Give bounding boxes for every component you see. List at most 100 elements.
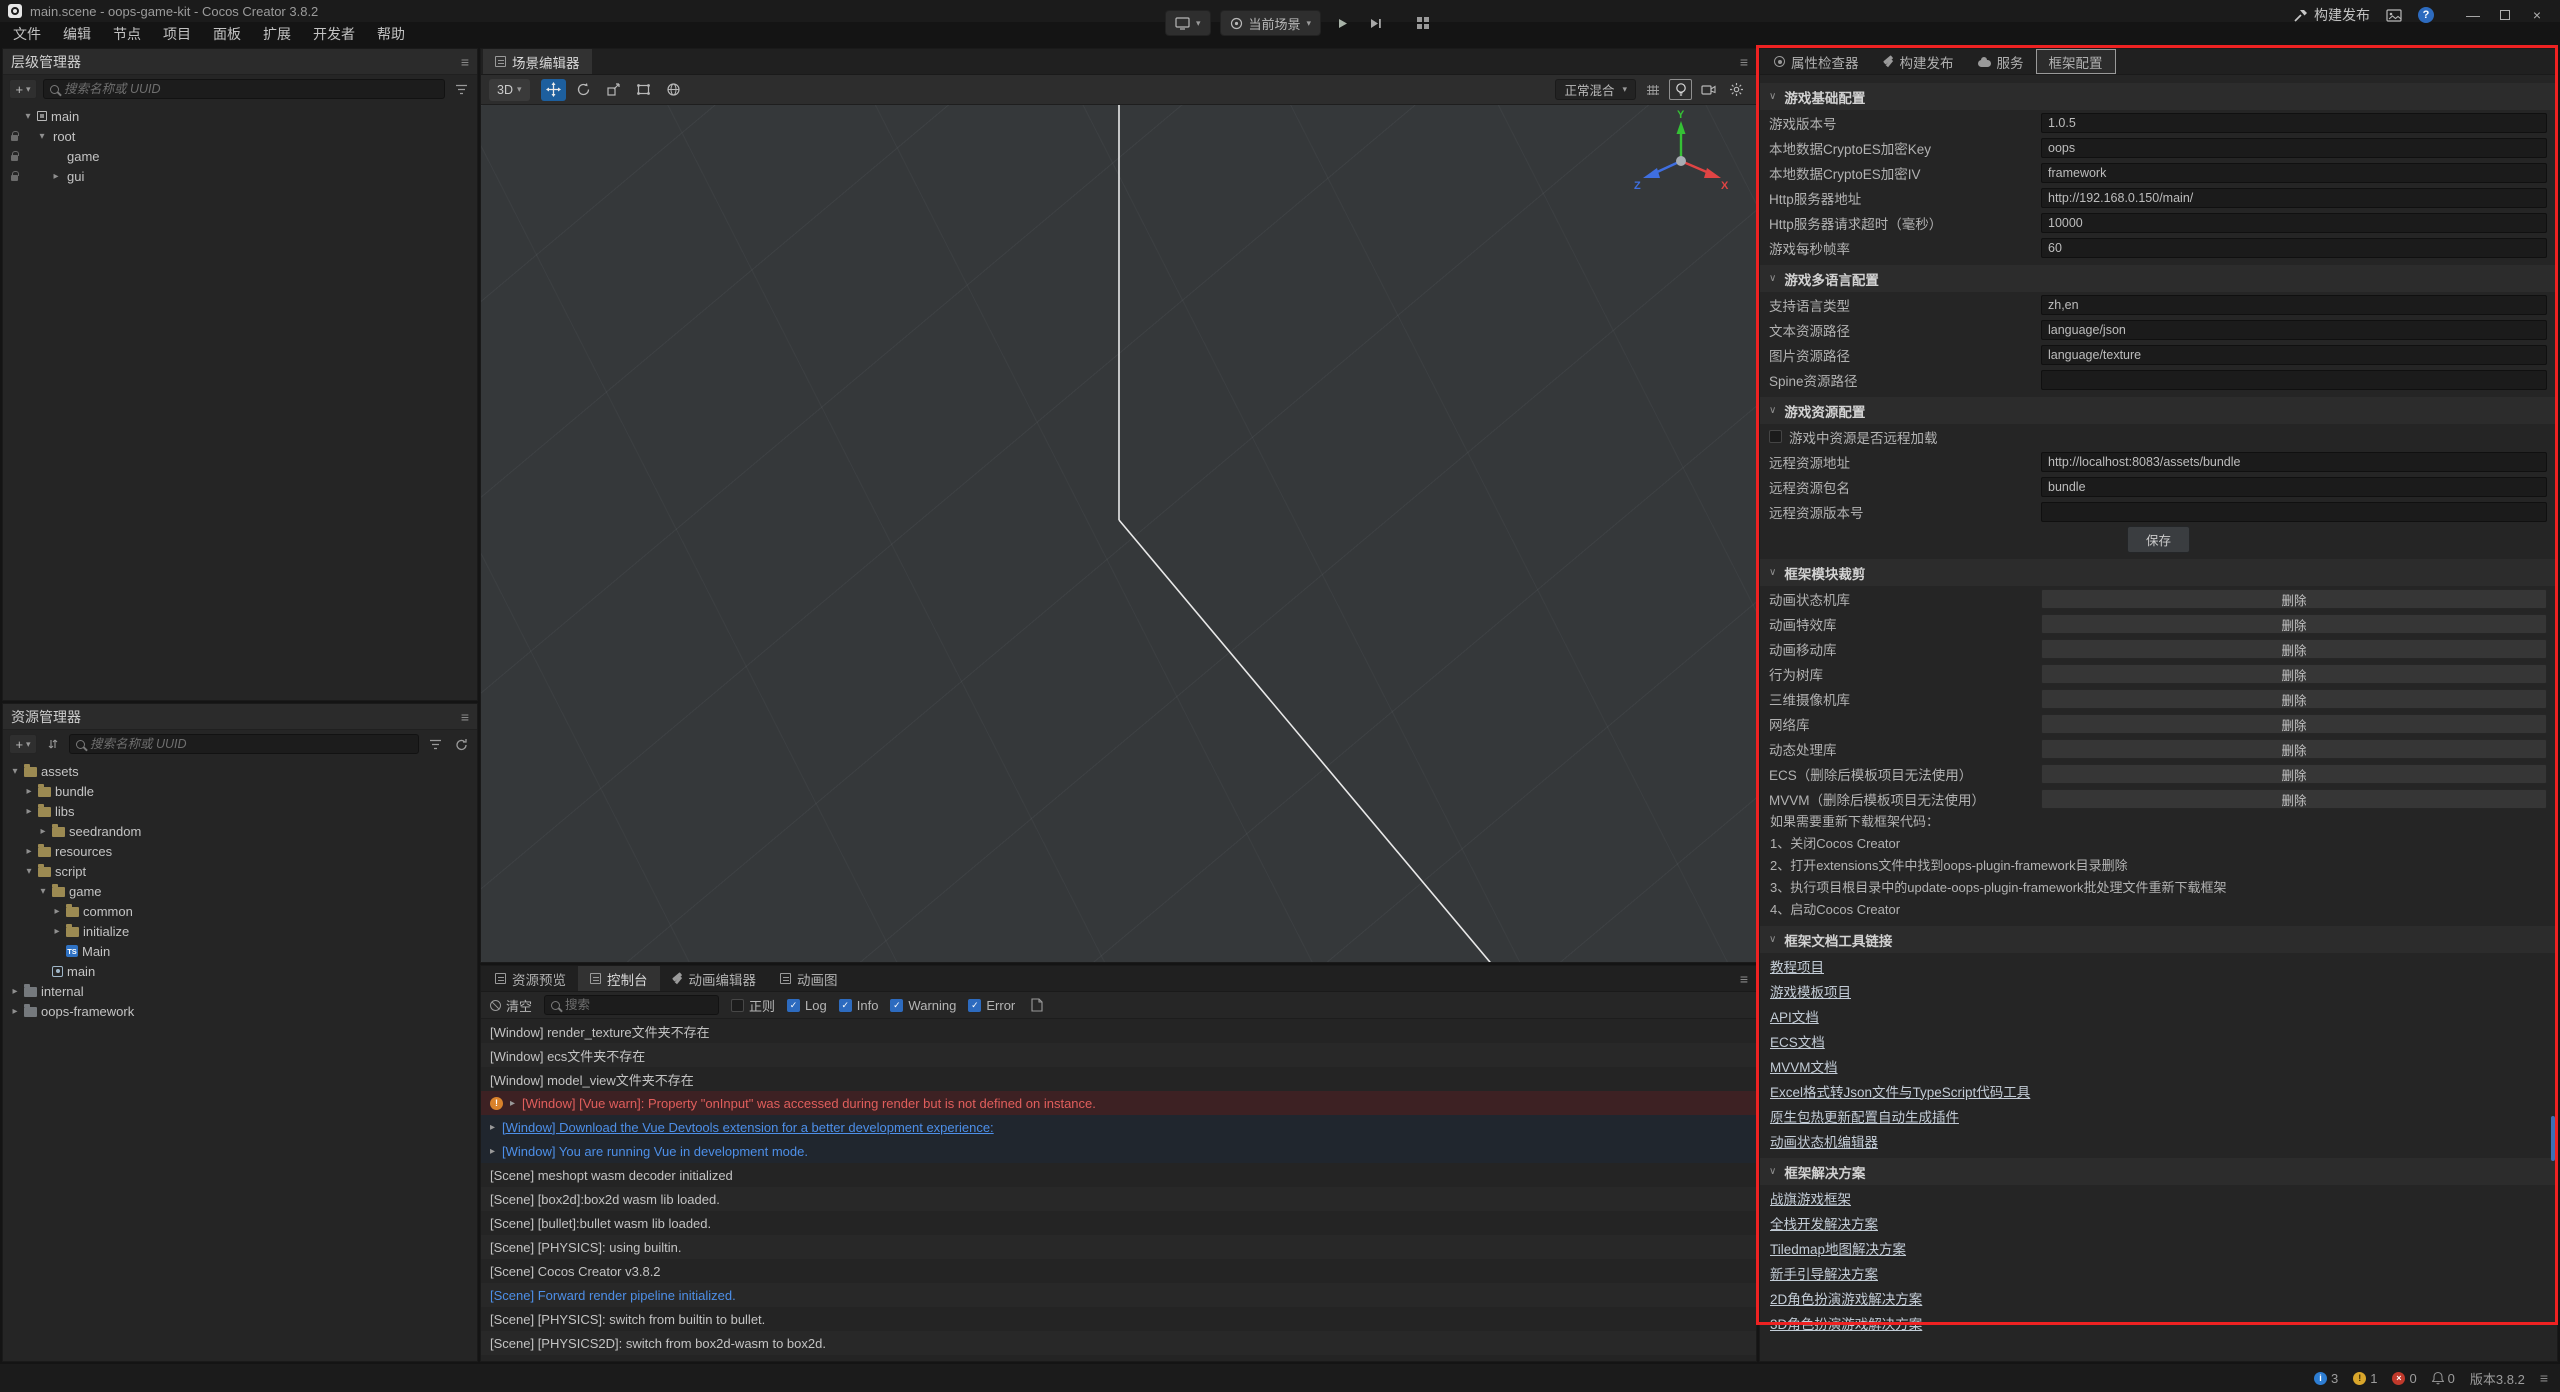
tree-node-common[interactable]: ▸common — [3, 901, 477, 921]
expand-arrow-icon[interactable]: ▸ — [490, 1122, 495, 1133]
filter-icon[interactable] — [425, 734, 445, 754]
tab-property-inspector[interactable]: 属性检查器 — [1762, 49, 1871, 74]
projection-3d-button[interactable]: 3D ▾ — [489, 79, 530, 101]
tree-node-main[interactable]: main — [3, 961, 477, 981]
menu-开发者[interactable]: 开发者 — [302, 22, 366, 46]
section-header[interactable]: ∨游戏多语言配置 — [1760, 265, 2557, 292]
assets-search-input[interactable] — [90, 737, 412, 751]
rect-tool-button[interactable] — [631, 79, 656, 101]
tree-node-Main[interactable]: TSMain — [3, 941, 477, 961]
build-publish-button[interactable]: 构建发布 — [2293, 5, 2370, 25]
filter-正则[interactable]: 正则 — [731, 996, 775, 1015]
help-icon[interactable]: ? — [2418, 7, 2434, 23]
section-header[interactable]: ∨框架解决方案 — [1760, 1158, 2557, 1185]
prop-input[interactable] — [2041, 295, 2547, 315]
prop-input[interactable] — [2041, 213, 2547, 233]
tree-node-root[interactable]: ▾root — [3, 126, 477, 146]
section-header[interactable]: ∨框架文档工具链接 — [1760, 926, 2557, 953]
tree-node-game[interactable]: game — [3, 146, 477, 166]
sort-icon[interactable] — [43, 734, 63, 754]
console-error-count[interactable]: × 0 — [2392, 1371, 2416, 1386]
console-log-count[interactable]: i 3 — [2314, 1371, 2338, 1386]
delete-button[interactable]: 删除 — [2041, 664, 2547, 684]
tab-framework-config[interactable]: 框架配置 — [2036, 49, 2116, 74]
prop-input[interactable] — [2041, 477, 2547, 497]
preview-platform-button[interactable]: ▾ — [1165, 10, 1211, 36]
panel-menu-icon[interactable]: ≡ — [461, 710, 469, 724]
tree-node-main[interactable]: ▾main — [3, 106, 477, 126]
filter-Warning[interactable]: ✓Warning — [890, 998, 956, 1013]
tree-expand-arrow[interactable]: ▾ — [36, 886, 50, 897]
section-header[interactable]: ∨框架模块裁剪 — [1760, 559, 2557, 586]
menu-文件[interactable]: 文件 — [2, 22, 52, 46]
console-search[interactable] — [544, 995, 719, 1015]
tree-expand-arrow[interactable]: ▸ — [36, 826, 50, 837]
tree-node-oops-framework[interactable]: ▸oops-framework — [3, 1001, 477, 1021]
menu-帮助[interactable]: 帮助 — [366, 22, 416, 46]
scene-light-button[interactable] — [1669, 79, 1692, 100]
filter-Error[interactable]: ✓Error — [968, 998, 1015, 1013]
expand-arrow-icon[interactable]: ▸ — [510, 1098, 515, 1109]
delete-button[interactable]: 删除 — [2041, 689, 2547, 709]
scene-grid-button[interactable] — [1641, 79, 1664, 100]
tree-expand-arrow[interactable]: ▸ — [8, 1006, 22, 1017]
tree-node-seedrandom[interactable]: ▸seedrandom — [3, 821, 477, 841]
filter-Log[interactable]: ✓Log — [787, 998, 827, 1013]
log-row[interactable]: ▸[Window] Download the Vue Devtools exte… — [481, 1115, 1756, 1139]
doc-link[interactable]: 教程项目 — [1760, 953, 2557, 978]
console-search-input[interactable] — [565, 998, 712, 1012]
checkbox[interactable] — [1769, 430, 1782, 443]
minimize-button[interactable]: — — [2458, 2, 2488, 28]
delete-button[interactable]: 删除 — [2041, 739, 2547, 759]
rotate-tool-button[interactable] — [571, 79, 596, 101]
hierarchy-search[interactable] — [43, 79, 445, 99]
delete-button[interactable]: 删除 — [2041, 789, 2547, 809]
doc-link[interactable]: 游戏模板项目 — [1760, 978, 2557, 1003]
menu-项目[interactable]: 项目 — [152, 22, 202, 46]
doc-link[interactable]: 原生包热更新配置自动生成插件 — [1760, 1103, 2557, 1128]
doc-link[interactable]: Tiledmap地图解决方案 — [1760, 1235, 2557, 1260]
prop-input[interactable] — [2041, 138, 2547, 158]
tab-services[interactable]: 服务 — [1966, 49, 2036, 74]
prop-input[interactable] — [2041, 370, 2547, 390]
clear-console-button[interactable]: 清空 — [490, 996, 532, 1015]
menu-节点[interactable]: 节点 — [102, 22, 152, 46]
tree-node-script[interactable]: ▾script — [3, 861, 477, 881]
tree-node-bundle[interactable]: ▸bundle — [3, 781, 477, 801]
section-header[interactable]: ∨游戏资源配置 — [1760, 397, 2557, 424]
delete-button[interactable]: 删除 — [2041, 714, 2547, 734]
tree-node-initialize[interactable]: ▸initialize — [3, 921, 477, 941]
tree-node-gui[interactable]: ▸gui — [3, 166, 477, 186]
tree-expand-arrow[interactable]: ▾ — [35, 131, 49, 142]
create-asset-button[interactable]: +▾ — [9, 734, 37, 754]
prop-input[interactable] — [2041, 188, 2547, 208]
console-toggle-icon[interactable]: ≡ — [2540, 1371, 2548, 1385]
doc-link[interactable]: MVVM文档 — [1760, 1053, 2557, 1078]
menu-编辑[interactable]: 编辑 — [52, 22, 102, 46]
panel-menu-icon[interactable]: ≡ — [1740, 55, 1748, 69]
log-row[interactable]: !▸[Window] [Vue warn]: Property "onInput… — [481, 1091, 1756, 1115]
prop-input[interactable] — [2041, 502, 2547, 522]
delete-button[interactable]: 删除 — [2041, 639, 2547, 659]
scene-camera-button[interactable] — [1697, 79, 1720, 100]
tab-animation-graph[interactable]: 动画图 — [768, 966, 850, 991]
layout-grid-button[interactable] — [1410, 11, 1436, 35]
panel-menu-icon[interactable]: ≡ — [1740, 972, 1748, 986]
console-warn-count[interactable]: ! 1 — [2353, 1371, 2377, 1386]
doc-link[interactable]: 动画状态机编辑器 — [1760, 1128, 2557, 1153]
tree-node-assets[interactable]: ▾assets — [3, 761, 477, 781]
scene-select-dropdown[interactable]: 当前场景 ▾ — [1220, 10, 1322, 36]
maximize-button[interactable] — [2490, 2, 2520, 28]
scene-settings-button[interactable] — [1725, 79, 1748, 100]
panel-menu-icon[interactable]: ≡ — [461, 55, 469, 69]
filter-Info[interactable]: ✓Info — [839, 998, 879, 1013]
tree-node-game[interactable]: ▾game — [3, 881, 477, 901]
scale-tool-button[interactable] — [601, 79, 626, 101]
tree-expand-arrow[interactable]: ▸ — [50, 926, 64, 937]
tree-expand-arrow[interactable]: ▸ — [22, 806, 36, 817]
save-button[interactable]: 保存 — [2127, 526, 2190, 553]
tree-expand-arrow[interactable]: ▾ — [8, 766, 22, 777]
log-row[interactable]: ▸[Window] You are running Vue in develop… — [481, 1139, 1756, 1163]
screenshot-icon[interactable] — [2386, 9, 2402, 22]
scrollbar-thumb[interactable] — [2551, 1116, 2555, 1161]
